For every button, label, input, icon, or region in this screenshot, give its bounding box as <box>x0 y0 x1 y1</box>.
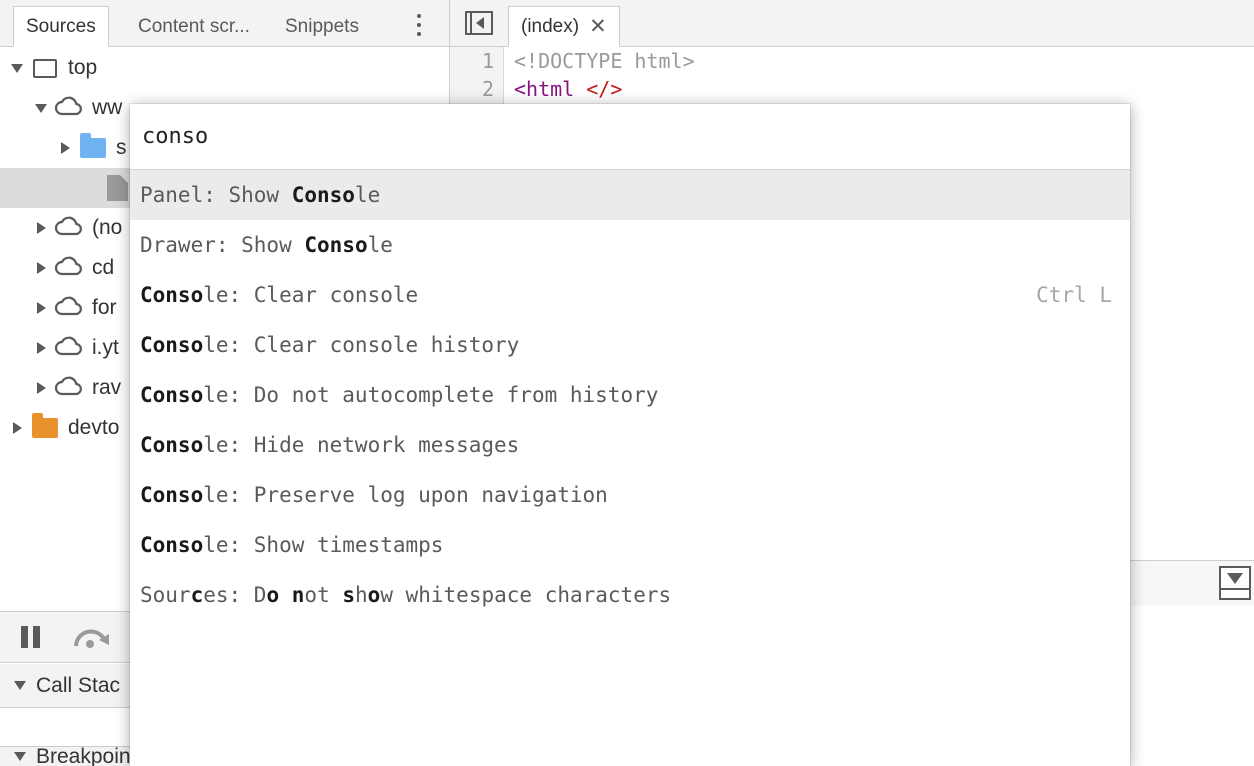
close-icon[interactable]: ✕ <box>589 16 607 37</box>
tab-snippets[interactable]: Snippets <box>273 6 371 47</box>
command-palette-results[interactable]: Panel: Show Console Drawer: Show Console C… <box>130 170 1130 620</box>
cloud-icon <box>52 94 86 122</box>
devtools-window: Sources Content scr... Snippets topwws((… <box>0 0 1254 766</box>
command-palette-item[interactable]: Console: Clear console history <box>130 320 1130 370</box>
step-over-icon[interactable] <box>60 612 122 662</box>
tree-item-label: ww <box>92 96 123 119</box>
line-number: 1 <box>481 49 494 73</box>
chevron-right-icon[interactable] <box>30 342 52 354</box>
command-palette-item-label: Console: Hide network messages <box>140 433 520 457</box>
command-palette-item-label: Panel: Show Console <box>140 183 381 207</box>
tab-content-scripts-label: Content scr... <box>138 15 250 37</box>
chevron-right-icon[interactable] <box>30 302 52 314</box>
tab-sources[interactable]: Sources <box>13 6 109 47</box>
tree-item-label: cd <box>92 256 115 279</box>
command-palette-item-label: Console: Clear console <box>140 283 419 307</box>
command-palette-item[interactable]: Console: Show timestamps <box>130 520 1130 570</box>
command-palette-input[interactable] <box>142 124 1118 149</box>
editor-tabbar: (index) ✕ <box>450 0 1254 47</box>
tree-item-label: s <box>116 136 127 159</box>
format-dropdown-icon[interactable] <box>1219 566 1251 600</box>
chevron-down-icon <box>14 681 26 690</box>
frame-icon <box>28 58 62 78</box>
cloud-icon <box>52 254 86 282</box>
call-stack-label: Call Stac <box>36 673 121 697</box>
command-palette-item[interactable]: Drawer: Show Console <box>130 220 1130 270</box>
command-palette-item[interactable]: Console: Clear console Ctrl L <box>130 270 1130 320</box>
chevron-down-icon <box>14 752 26 761</box>
tree-item-label: devto <box>68 416 120 439</box>
cloud-icon <box>52 334 86 362</box>
command-palette-item[interactable]: Console: Do not autocomplete from histor… <box>130 370 1130 420</box>
tab-sources-label: Sources <box>26 15 96 37</box>
folder-icon-blue <box>76 133 110 158</box>
command-palette-item[interactable]: Console: Hide network messages <box>130 420 1130 470</box>
chevron-down-icon[interactable] <box>6 63 28 73</box>
editor-tab-label: (index) <box>521 15 580 37</box>
command-palette-dialog: Panel: Show Console Drawer: Show Console C… <box>130 104 1130 766</box>
command-palette-input-row <box>130 104 1130 170</box>
show-navigator-icon[interactable] <box>465 11 493 35</box>
tree-item-label: i.yt <box>92 336 119 359</box>
tab-snippets-label: Snippets <box>285 15 359 37</box>
editor-tab-index[interactable]: (index) ✕ <box>508 6 620 47</box>
cloud-icon <box>52 294 86 322</box>
sources-tabbar: Sources Content scr... Snippets <box>0 0 449 47</box>
code-line: <!DOCTYPE html> <box>514 49 695 73</box>
chevron-right-icon[interactable] <box>6 422 28 434</box>
cloud-icon <box>52 374 86 402</box>
tree-item[interactable]: top <box>0 48 449 88</box>
chevron-right-icon[interactable] <box>30 262 52 274</box>
pause-icon[interactable] <box>0 612 60 662</box>
tree-item-label: top <box>68 56 98 79</box>
command-palette-item-label: Console: Show timestamps <box>140 533 444 557</box>
command-palette-item-label: Console: Do not autocomplete from histor… <box>140 383 659 407</box>
command-palette-item-label: Console: Preserve log upon navigation <box>140 483 608 507</box>
cloud-icon <box>52 214 86 242</box>
tree-item-label: (no <box>92 216 123 239</box>
chevron-right-icon[interactable] <box>30 222 52 234</box>
command-palette-item-shortcut: Ctrl L <box>1036 283 1112 307</box>
command-palette-item[interactable]: Sources: Do not show whitespace characte… <box>130 570 1130 620</box>
command-palette-item-label: Console: Clear console history <box>140 333 520 357</box>
command-palette-item[interactable]: Console: Preserve log upon navigation <box>130 470 1130 520</box>
command-palette-item[interactable]: Panel: Show Console <box>130 170 1130 220</box>
tree-item-label: rav <box>92 376 122 399</box>
tab-content-scripts[interactable]: Content scr... <box>126 6 262 47</box>
folder-icon-orange <box>28 413 62 438</box>
line-number: 2 <box>481 77 494 101</box>
chevron-right-icon[interactable] <box>54 142 76 154</box>
command-palette-item-label: Sources: Do not show whitespace characte… <box>140 583 672 607</box>
chevron-right-icon[interactable] <box>30 382 52 394</box>
more-vertical-icon[interactable] <box>407 12 431 38</box>
chevron-down-icon[interactable] <box>30 103 52 113</box>
command-palette-item-label: Drawer: Show Console <box>140 233 393 257</box>
code-line: <html </> <box>514 77 623 101</box>
tree-item-label: for <box>92 296 117 319</box>
document-icon <box>100 175 134 201</box>
